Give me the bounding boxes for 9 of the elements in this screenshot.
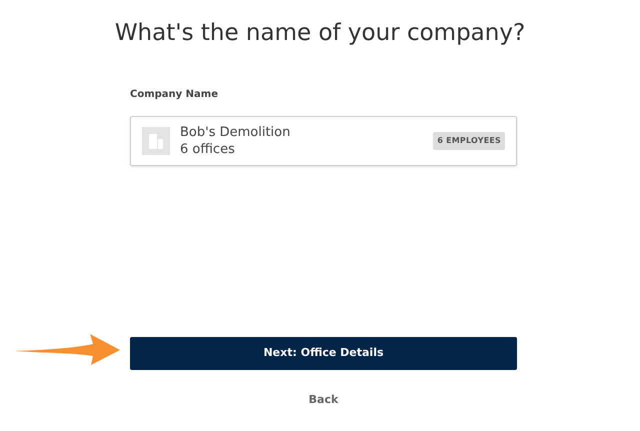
field-label: Company Name [130, 88, 218, 102]
back-link[interactable]: Back [308, 392, 338, 408]
company-card[interactable]: Bob's Demolition 6 offices 6 EMPLOYEES [130, 116, 517, 166]
next-button[interactable]: Next: Office Details [130, 337, 517, 370]
building-icon [142, 127, 170, 155]
page-heading: What's the name of your company? [114, 19, 526, 48]
employee-badge: 6 EMPLOYEES [433, 132, 505, 150]
office-count: 6 offices [180, 141, 235, 158]
company-name: Bob's Demolition [180, 124, 290, 141]
